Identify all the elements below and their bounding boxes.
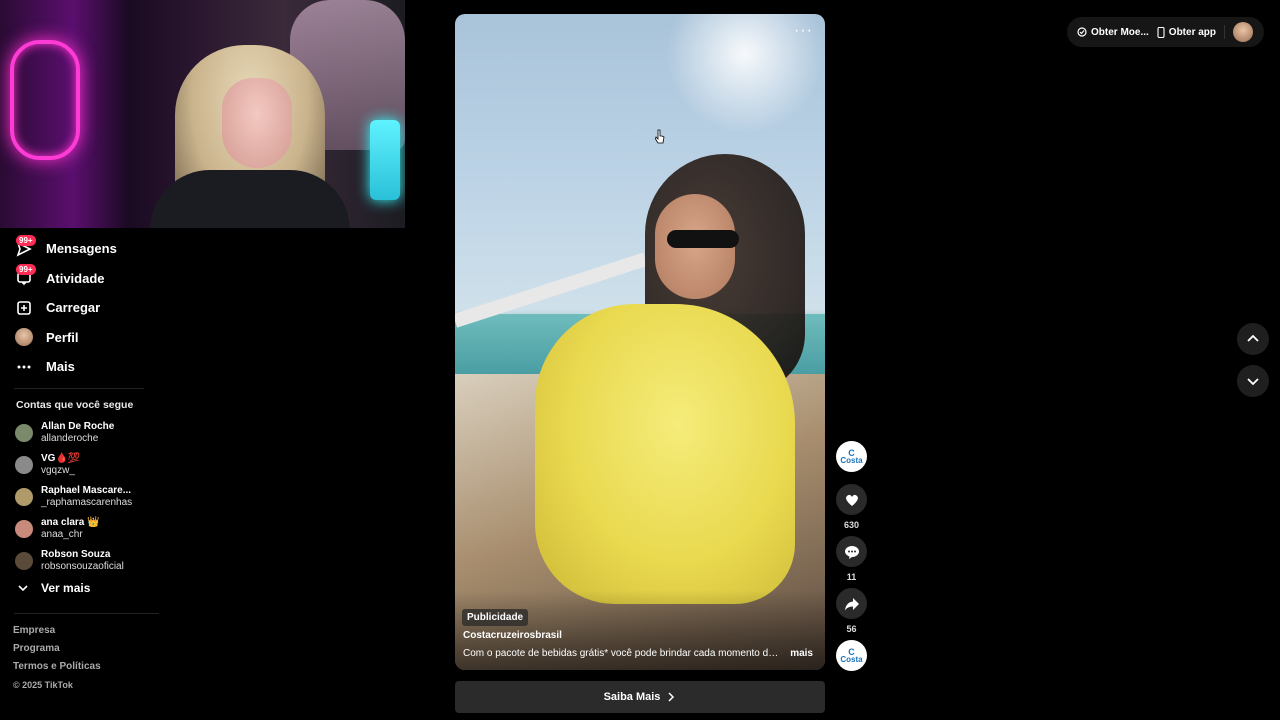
following-account[interactable]: VG🩸💯 vgqzw_	[15, 449, 165, 481]
coin-icon	[1077, 27, 1087, 37]
account-name: Raphael Mascare...	[41, 485, 132, 496]
account-avatar	[15, 552, 33, 570]
topbar-divider	[1224, 25, 1226, 39]
nav-label: Mensagens	[46, 241, 117, 257]
streamer-body	[150, 170, 350, 228]
get-app-label: Obter app	[1168, 26, 1217, 38]
nav-label: Atividade	[46, 270, 105, 286]
caption-more-link[interactable]: mais	[790, 648, 813, 659]
share-icon	[844, 597, 859, 610]
footer-links: Empresa Programa Termos e Políticas © 20…	[13, 624, 101, 690]
activity-badge: 99+	[16, 264, 36, 276]
account-handle: _raphamascarenhas	[41, 497, 133, 508]
sunglasses	[667, 230, 739, 248]
account-avatar	[15, 520, 33, 538]
comment-button[interactable]	[836, 536, 867, 567]
footer-link-terms[interactable]: Termos e Políticas	[13, 660, 101, 678]
sidebar-divider	[14, 388, 144, 389]
following-account[interactable]: Raphael Mascare... _raphamascarenhas	[15, 481, 165, 513]
following-account[interactable]: Robson Souza robsonsouzaoficial	[15, 545, 165, 577]
previous-video-button[interactable]	[1237, 323, 1269, 355]
brand-name: Costa	[840, 654, 863, 664]
account-avatar	[15, 424, 33, 442]
see-more-label: Ver mais	[41, 581, 91, 595]
account-name: VG🩸💯	[41, 453, 81, 464]
brand-name: Costa	[840, 455, 863, 465]
inbox-icon: 99+	[14, 264, 36, 288]
chevron-down-icon	[1247, 378, 1259, 386]
ad-account-name[interactable]: Costacruzeirosbrasil	[463, 630, 562, 641]
like-count: 630	[843, 520, 860, 530]
nav-label: Mais	[46, 359, 75, 375]
brand-avatar[interactable]: C Costa	[836, 441, 867, 472]
following-account[interactable]: Allan De Roche allanderoche	[15, 417, 165, 449]
sidebar-divider	[14, 613, 159, 614]
share-count: 56	[846, 624, 857, 634]
video-player[interactable]: ··· Publicidade Costacruzeirosbrasil Com…	[455, 14, 825, 670]
video-more-icon[interactable]: ···	[794, 22, 813, 40]
copyright: © 2025 TikTok	[13, 680, 73, 690]
chevron-up-icon	[1247, 334, 1259, 342]
get-coins-label: Obter Moe...	[1091, 26, 1149, 38]
chevron-down-icon	[18, 585, 28, 592]
nav-label: Perfil	[46, 329, 79, 345]
brand-music-disc[interactable]: C Costa	[836, 640, 867, 671]
nav-label: Carregar	[46, 300, 101, 316]
messages-badge: 99+	[16, 234, 36, 246]
nav-item-more[interactable]: Mais	[14, 352, 154, 382]
streamer-face	[222, 78, 292, 168]
upload-icon	[14, 298, 34, 318]
share-button[interactable]	[836, 588, 867, 619]
learn-more-label: Saiba Mais	[603, 691, 661, 703]
account-name: Robson Souza	[41, 549, 111, 560]
get-coins-button[interactable]: Obter Moe...	[1077, 27, 1149, 38]
account-name: ana clara 👑	[41, 517, 100, 528]
webcam-overlay	[0, 0, 405, 228]
nav-item-messages[interactable]: 99+ Mensagens	[14, 234, 154, 264]
nav-item-profile[interactable]: Perfil	[14, 323, 154, 353]
account-avatar	[15, 456, 33, 474]
neon-light	[10, 40, 80, 160]
heart-icon	[845, 494, 858, 506]
account-name: Allan De Roche	[41, 421, 115, 432]
following-account[interactable]: ana clara 👑 anaa_chr	[15, 513, 165, 545]
woman-yellow-shirt	[535, 304, 795, 604]
account-avatar	[15, 488, 33, 506]
get-app-button[interactable]: Obter app	[1157, 26, 1217, 38]
user-avatar[interactable]	[1233, 22, 1254, 42]
account-handle: robsonsouzaoficial	[41, 561, 124, 572]
sidebar-nav: 99+ Mensagens 99+ Atividade Carregar Per…	[14, 234, 154, 382]
account-handle: allanderoche	[41, 433, 99, 444]
footer-link-company[interactable]: Empresa	[13, 624, 101, 642]
send-icon: 99+	[14, 234, 36, 259]
more-icon	[14, 357, 34, 377]
account-handle: vgqzw_	[41, 465, 75, 476]
action-rail: C Costa 630 11 56 C Costa	[836, 441, 867, 671]
top-right-bar: Obter Moe... Obter app	[1067, 17, 1264, 47]
chevron-right-icon	[668, 692, 675, 702]
profile-avatar	[14, 327, 34, 347]
comment-icon	[844, 545, 859, 559]
footer-link-program[interactable]: Programa	[13, 642, 101, 660]
following-list: Allan De Roche allanderoche VG🩸💯 vgqzw_ Ra…	[15, 417, 165, 577]
like-button[interactable]	[836, 484, 867, 515]
rgb-light	[370, 120, 400, 200]
mouse-cursor-icon	[655, 129, 665, 144]
ad-tag: Publicidade	[462, 609, 529, 626]
ad-caption: Com o pacote de bebidas grátis* você pod…	[463, 648, 783, 659]
next-video-button[interactable]	[1237, 365, 1269, 397]
see-more-button[interactable]: Ver mais	[17, 581, 90, 595]
following-title: Contas que você segue	[16, 399, 134, 411]
learn-more-button[interactable]: Saiba Mais	[455, 681, 825, 713]
account-handle: anaa_chr	[41, 529, 83, 540]
comment-count: 11	[846, 572, 857, 582]
phone-icon	[1157, 26, 1165, 38]
nav-item-upload[interactable]: Carregar	[14, 293, 154, 323]
nav-item-activity[interactable]: 99+ Atividade	[14, 264, 154, 294]
